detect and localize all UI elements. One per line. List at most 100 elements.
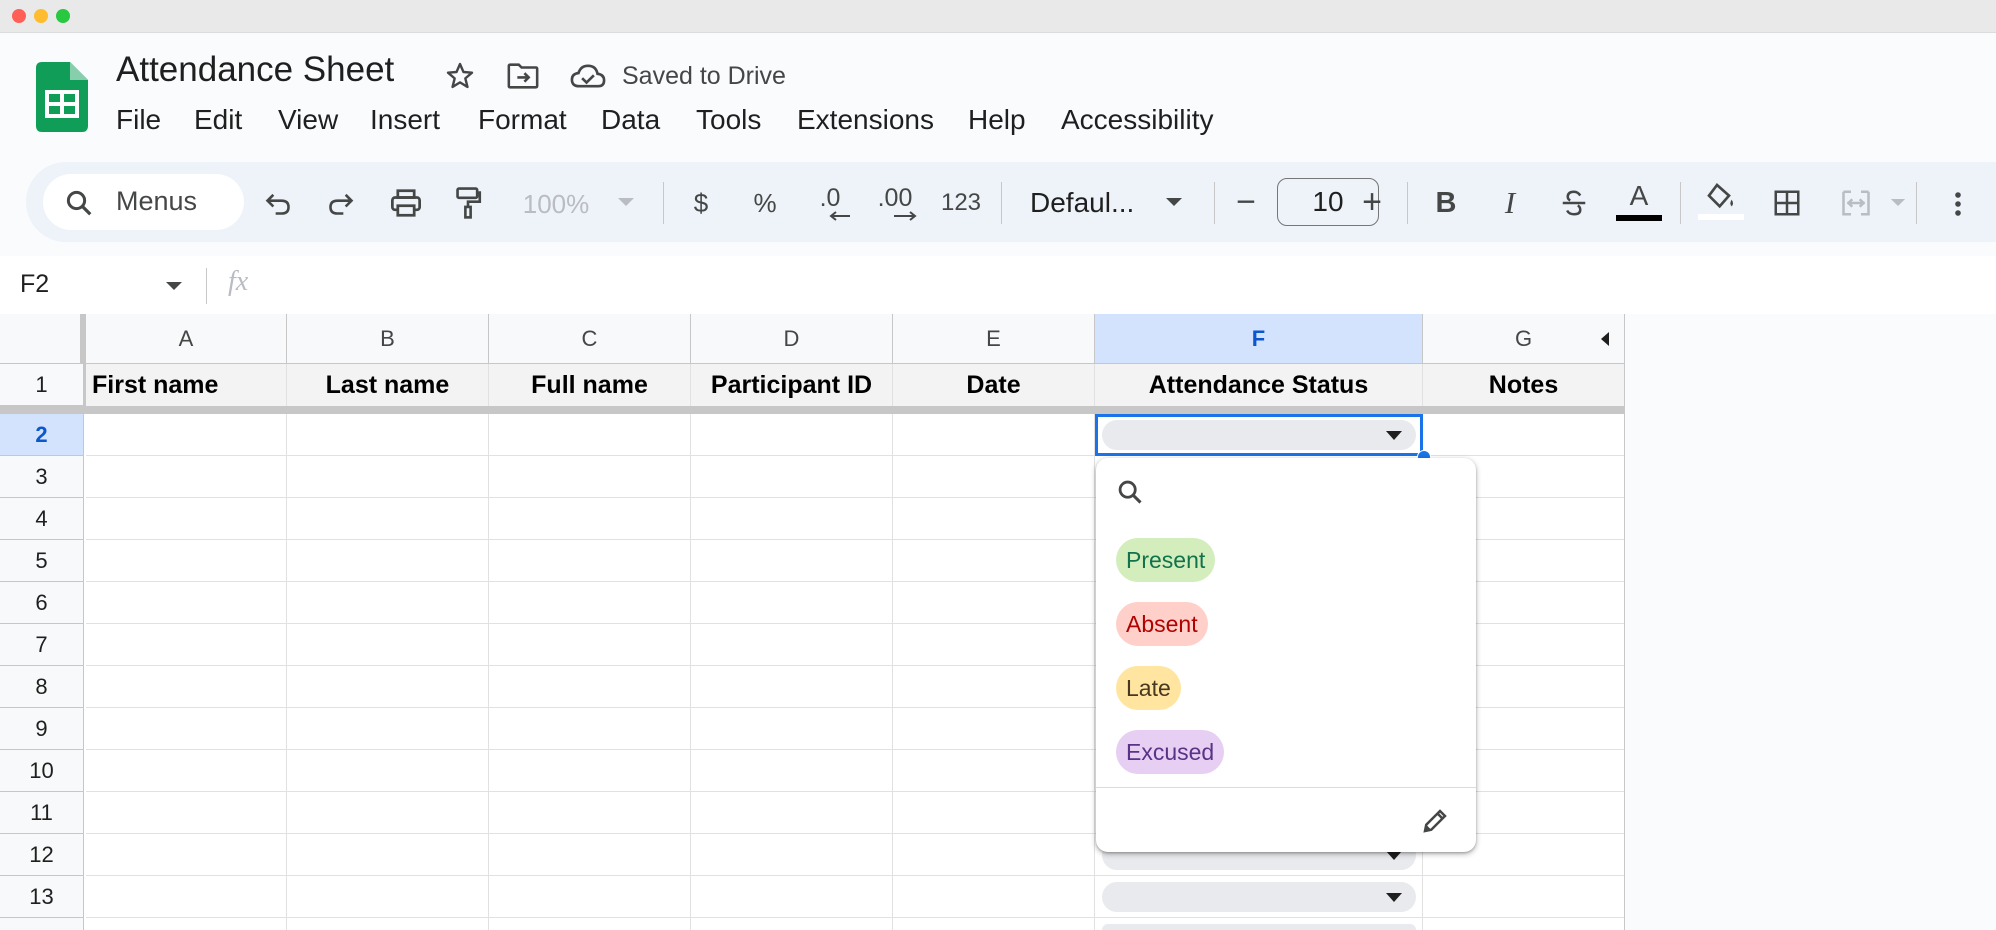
edit-pencil-icon[interactable] (1418, 804, 1452, 838)
move-folder-icon[interactable] (503, 56, 543, 96)
cloud-saved-icon[interactable] (567, 56, 609, 96)
header-cell-full-name[interactable]: Full name (489, 364, 691, 406)
sheets-logo-icon[interactable] (36, 62, 88, 132)
grid-line (286, 414, 287, 930)
select-all-corner[interactable] (0, 314, 84, 364)
collapse-columns-icon[interactable] (1598, 330, 1612, 348)
menu-file[interactable]: File (116, 104, 161, 136)
increase-decimal-button[interactable]: .00 (870, 178, 920, 224)
row-header-4[interactable]: 4 (0, 498, 84, 540)
grid-line (488, 414, 489, 930)
undo-icon[interactable] (259, 184, 297, 222)
header-cell-first-name[interactable]: First name (86, 364, 287, 406)
grid-line (892, 414, 893, 930)
document-title[interactable]: Attendance Sheet (116, 50, 394, 90)
row-header-5[interactable]: 5 (0, 540, 84, 582)
column-header-a[interactable]: A (86, 314, 287, 364)
grid-line (690, 414, 691, 930)
option-present[interactable]: Present (1116, 538, 1216, 582)
column-header-b[interactable]: B (287, 314, 489, 364)
column-header-d[interactable]: D (691, 314, 893, 364)
text-color-button[interactable]: A (1614, 178, 1664, 224)
menu-format[interactable]: Format (478, 104, 567, 136)
row-header-7[interactable]: 7 (0, 624, 84, 666)
row-header-13[interactable]: 13 (0, 876, 84, 918)
column-header-f[interactable]: F (1095, 314, 1423, 364)
column-header-e[interactable]: E (893, 314, 1095, 364)
zoom-window-button[interactable] (56, 9, 70, 23)
decrease-decimal-button[interactable]: .0 (808, 178, 852, 224)
name-box-chevron-down-icon[interactable] (164, 276, 184, 296)
row-header-6[interactable]: 6 (0, 582, 84, 624)
row-header-8[interactable]: 8 (0, 666, 84, 708)
paint-format-icon[interactable] (450, 182, 486, 224)
header-cell-participant-id[interactable]: Participant ID (691, 364, 893, 406)
menu-view[interactable]: View (278, 104, 338, 136)
minimize-window-button[interactable] (34, 9, 48, 23)
name-box[interactable]: F2 (20, 270, 49, 299)
format-percent-button[interactable]: % (750, 184, 780, 222)
menu-edit[interactable]: Edit (194, 104, 242, 136)
toolbar-divider (1407, 182, 1408, 224)
merge-chevron-down-icon (1888, 192, 1908, 212)
row-header-11[interactable]: 11 (0, 792, 84, 834)
header-cell-attendance-status[interactable]: Attendance Status (1095, 364, 1423, 406)
font-family-select[interactable]: Defaul... (1030, 182, 1150, 224)
dropdown-search-input[interactable] (1150, 472, 1460, 512)
menu-accessibility[interactable]: Accessibility (1061, 104, 1213, 136)
option-absent[interactable]: Absent (1116, 602, 1208, 646)
window-titlebar (0, 0, 1996, 33)
dropdown-arrow-icon[interactable] (1386, 893, 1402, 902)
decrease-font-size-button[interactable]: − (1230, 182, 1262, 222)
dropdown-search-icon[interactable] (1114, 476, 1146, 508)
search-icon (62, 186, 96, 220)
borders-icon[interactable] (1768, 184, 1806, 222)
row-header-10[interactable]: 10 (0, 750, 84, 792)
formula-input[interactable] (270, 262, 1970, 306)
redo-icon[interactable] (322, 184, 360, 222)
print-icon[interactable] (386, 184, 426, 222)
header-cell-date[interactable]: Date (893, 364, 1095, 406)
strikethrough-icon[interactable] (1554, 182, 1594, 224)
column-header-c[interactable]: C (489, 314, 691, 364)
row-header-3[interactable]: 3 (0, 456, 84, 498)
italic-button[interactable]: I (1492, 182, 1528, 224)
text-color-label: A (1629, 180, 1649, 211)
row-header-14[interactable] (0, 918, 84, 930)
zoom-select[interactable]: 100% (516, 184, 596, 224)
menu-tools[interactable]: Tools (696, 104, 761, 136)
menu-insert[interactable]: Insert (370, 104, 440, 136)
save-status: Saved to Drive (622, 62, 786, 90)
header-cell-last-name[interactable]: Last name (287, 364, 489, 406)
merge-cells-icon[interactable] (1834, 184, 1878, 222)
option-excused[interactable]: Excused (1116, 730, 1225, 774)
close-window-button[interactable] (12, 9, 26, 23)
bold-button[interactable]: B (1428, 182, 1464, 224)
row-header-1[interactable]: 1 (0, 364, 84, 406)
column-header-g[interactable]: G (1423, 314, 1625, 364)
menu-data[interactable]: Data (601, 104, 660, 136)
toolbar-divider (663, 182, 664, 224)
menu-extensions[interactable]: Extensions (797, 104, 934, 136)
freeze-row-divider[interactable] (0, 406, 1625, 414)
status-dropdown-chip-f13[interactable] (1102, 882, 1416, 912)
row-header-9[interactable]: 9 (0, 708, 84, 750)
row-header-12[interactable]: 12 (0, 834, 84, 876)
fill-color-icon[interactable] (1696, 178, 1746, 224)
selected-cell-f2[interactable] (1095, 414, 1423, 456)
more-formats-button[interactable]: 123 (936, 184, 986, 222)
increase-font-size-button[interactable]: + (1356, 182, 1388, 222)
grid-line (86, 875, 1625, 876)
dropdown-arrow-icon[interactable] (1386, 851, 1402, 860)
fill-color-swatch (1698, 214, 1744, 220)
grid-line (1094, 414, 1095, 930)
menu-help[interactable]: Help (968, 104, 1026, 136)
more-options-icon[interactable] (1944, 186, 1972, 222)
format-currency-button[interactable]: $ (686, 184, 716, 222)
option-late[interactable]: Late (1116, 666, 1181, 710)
row-header-2[interactable]: 2 (0, 414, 84, 456)
status-dropdown-chip-f14[interactable] (1102, 924, 1416, 930)
star-icon[interactable] (440, 56, 480, 96)
text-color-swatch (1616, 215, 1662, 221)
header-cell-notes[interactable]: Notes (1423, 364, 1625, 406)
